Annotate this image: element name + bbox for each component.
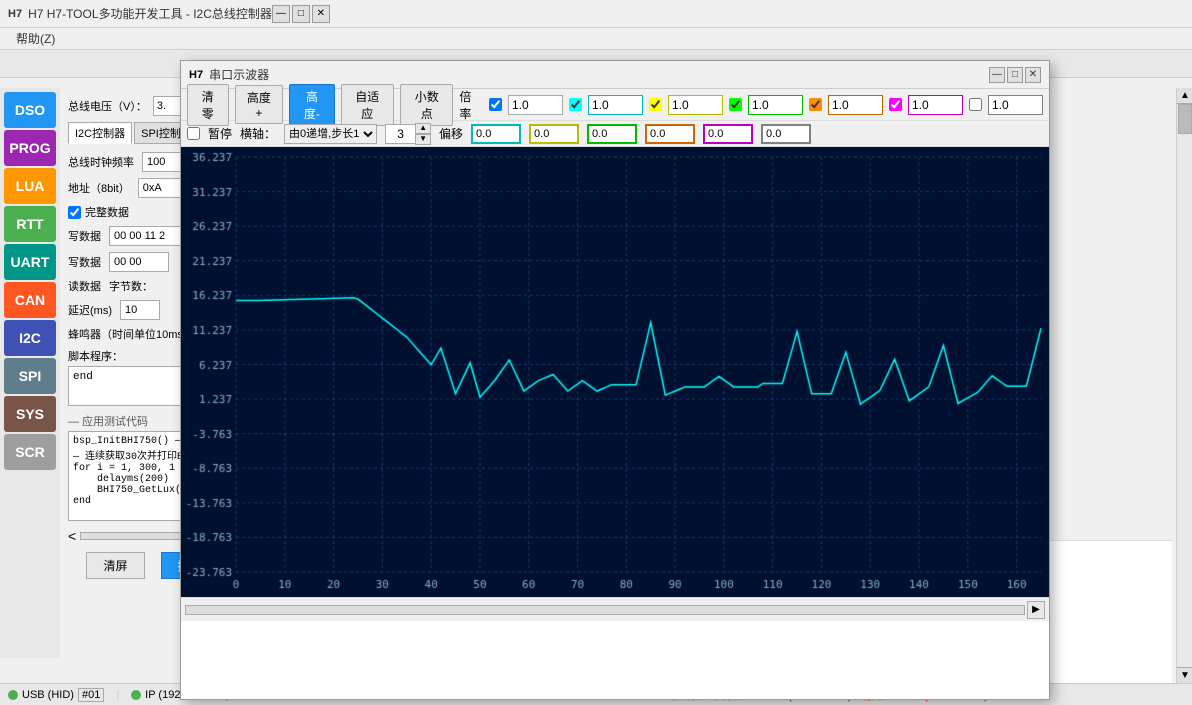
height-minus-button[interactable]: 高度- [289, 84, 335, 126]
app-icon: H7 [8, 8, 22, 20]
sidebar-item-can[interactable]: CAN [4, 282, 56, 318]
height-plus-button[interactable]: 高度+ [235, 85, 283, 124]
delay-input[interactable] [120, 300, 160, 320]
auto-fit-button[interactable]: 自适应 [341, 84, 394, 126]
delay-label: 延迟(ms) [68, 302, 112, 318]
byte-label: 字节数： [109, 278, 153, 294]
port-label: #01 [78, 688, 104, 702]
sidebar-item-uart[interactable]: UART [4, 244, 56, 280]
ch6-input[interactable] [988, 95, 1043, 115]
ch2-checkbox[interactable] [649, 98, 662, 111]
close-button[interactable]: ✕ [312, 5, 330, 23]
osc-toolbar-row1: 清零 高度+ 高度- 自适应 小数点 倍率 [181, 89, 1049, 121]
write-label-1: 写数据 [68, 228, 101, 244]
offset-ch3[interactable] [587, 124, 637, 144]
modal-minimize-button[interactable]: — [989, 67, 1005, 83]
modal-title: 串口示波器 [209, 66, 989, 83]
scroll-up-btn[interactable]: ▲ [1177, 88, 1192, 104]
voltage-label: 总线电压（V）： [68, 98, 147, 114]
modal-close-button[interactable]: ✕ [1025, 67, 1041, 83]
left-sidebar: DSO PROG LUA RTT UART CAN I2C SPI SYS SC… [0, 88, 60, 658]
spinbox-up-btn[interactable]: ▲ [415, 123, 431, 134]
ip-indicator [131, 690, 141, 700]
spinbox-controls: ▲ ▼ [415, 123, 431, 145]
oscilloscope-canvas[interactable] [181, 147, 1049, 597]
rate-label: 倍率 [459, 88, 483, 122]
menu-help[interactable]: 帮助(Z) [8, 30, 63, 47]
scroll-track [1177, 104, 1192, 667]
clock-input[interactable] [142, 152, 182, 172]
spinbox-input[interactable] [385, 124, 415, 144]
title-bar-controls: — □ ✕ [272, 5, 330, 23]
ch4-checkbox[interactable] [809, 98, 822, 111]
menu-bar: 帮助(Z) [0, 28, 1192, 50]
minimize-button[interactable]: — [272, 5, 290, 23]
ch5-input[interactable] [908, 95, 963, 115]
sidebar-item-spi[interactable]: SPI [4, 358, 56, 394]
address-label: 地址（8bit） [68, 180, 130, 196]
offset-ch2[interactable] [529, 124, 579, 144]
ch2-input[interactable] [668, 95, 723, 115]
divider-1: | [116, 689, 119, 701]
sidebar-item-prog[interactable]: PROG [4, 130, 56, 166]
offset-label: 偏移 [439, 125, 463, 142]
clock-label: 总线时钟频率 [68, 154, 134, 170]
xaxis-label: 横轴： [240, 125, 276, 142]
osc-toolbar-row2: 暂停 横轴： 由0递增,步长1 ▲ ▼ 偏移 [181, 121, 1049, 147]
offset-ch5[interactable] [703, 124, 753, 144]
decimal-button[interactable]: 小数点 [400, 84, 453, 126]
complete-data-checkbox[interactable] [68, 206, 81, 219]
sidebar-item-scr[interactable]: SCR [4, 434, 56, 470]
ch3-input[interactable] [748, 95, 803, 115]
rate-checkbox[interactable] [489, 98, 502, 111]
tab-i2c[interactable]: I2C控制器 [68, 122, 132, 144]
sidebar-item-i2c[interactable]: I2C [4, 320, 56, 356]
usb-status[interactable]: USB (HID) #01 [8, 688, 104, 702]
ch6-checkbox[interactable] [969, 98, 982, 111]
offset-ch4[interactable] [645, 124, 695, 144]
osc-bottom-bar: ▶ [181, 597, 1049, 621]
sidebar-item-dso[interactable]: DSO [4, 92, 56, 128]
scroll-left-btn[interactable]: < [68, 528, 76, 544]
modal-maximize-button[interactable]: □ [1007, 67, 1023, 83]
oscilloscope-modal: H7 串口示波器 — □ ✕ 清零 高度+ 高度- 自适应 小数点 倍率 [180, 60, 1050, 700]
write-input-2[interactable] [109, 252, 169, 272]
ch4-input[interactable] [828, 95, 883, 115]
main-window: H7 H7 H7-TOOL多功能开发工具 - I2C总线控制器 — □ ✕ 帮助… [0, 0, 1192, 705]
chart-area [181, 147, 1049, 597]
modal-icon: H7 [189, 69, 203, 81]
ch1-checkbox[interactable] [569, 98, 582, 111]
sidebar-item-sys[interactable]: SYS [4, 396, 56, 432]
scroll-right-arrow[interactable]: ▶ [1027, 601, 1045, 619]
usb-label: USB (HID) [22, 689, 74, 701]
pause-label: 暂停 [208, 125, 232, 142]
sidebar-item-lua[interactable]: LUA [4, 168, 56, 204]
xaxis-select[interactable]: 由0递增,步长1 [284, 124, 377, 144]
complete-data-label: 完整数据 [68, 204, 129, 220]
sidebar-item-rtt[interactable]: RTT [4, 206, 56, 242]
spinbox-down-btn[interactable]: ▼ [415, 134, 431, 145]
ch3-checkbox[interactable] [729, 98, 742, 111]
title-bar: H7 H7 H7-TOOL多功能开发工具 - I2C总线控制器 — □ ✕ [0, 0, 1192, 28]
ch1-input[interactable] [588, 95, 643, 115]
spinbox: ▲ ▼ [385, 123, 431, 145]
app-title: H7 H7-TOOL多功能开发工具 - I2C总线控制器 [28, 5, 272, 22]
ch5-checkbox[interactable] [889, 98, 902, 111]
usb-indicator [8, 690, 18, 700]
read-label: 读数据 [68, 278, 101, 294]
offset-ch1[interactable] [471, 124, 521, 144]
scroll-down-btn[interactable]: ▼ [1177, 667, 1192, 683]
clear-button[interactable]: 清屏 [86, 552, 144, 579]
maximize-button[interactable]: □ [292, 5, 310, 23]
h-scroll-track[interactable] [185, 605, 1025, 615]
offset-ch6[interactable] [761, 124, 811, 144]
buzzer-label: 蜂鸣器（时间单位10ms [68, 326, 183, 342]
rate-input[interactable] [508, 95, 563, 115]
clear-zero-button[interactable]: 清零 [187, 84, 229, 126]
write-label-2: 写数据 [68, 254, 101, 270]
scroll-thumb[interactable] [1178, 104, 1192, 134]
pause-checkbox[interactable] [187, 127, 200, 140]
right-scrollbar: ▲ ▼ [1176, 88, 1192, 683]
modal-controls: — □ ✕ [989, 67, 1041, 83]
